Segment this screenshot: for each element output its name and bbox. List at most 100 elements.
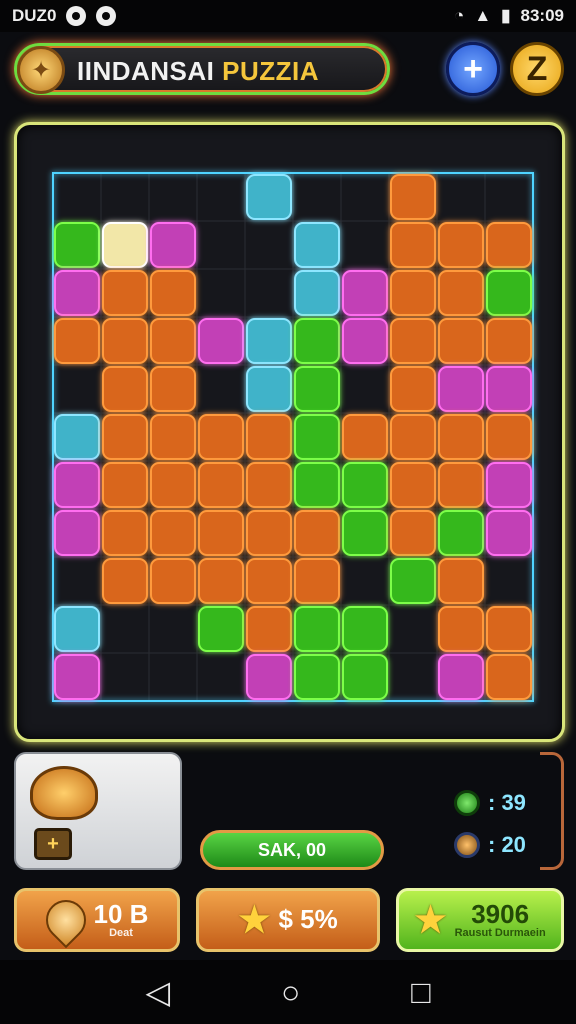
puzzle-piece[interactable] xyxy=(486,606,532,652)
puzzle-piece[interactable] xyxy=(486,366,532,412)
puzzle-piece[interactable] xyxy=(486,318,532,364)
puzzle-board[interactable] xyxy=(14,122,565,742)
puzzle-piece[interactable] xyxy=(246,414,292,460)
puzzle-piece[interactable] xyxy=(486,510,532,556)
boost-value: 10 B xyxy=(93,898,149,929)
puzzle-piece[interactable] xyxy=(150,366,196,412)
puzzle-piece[interactable] xyxy=(486,270,532,316)
back-icon[interactable]: ◁ xyxy=(145,973,170,1011)
puzzle-piece[interactable] xyxy=(438,366,484,412)
puzzle-piece[interactable] xyxy=(438,222,484,268)
puzzle-piece[interactable] xyxy=(438,558,484,604)
puzzle-piece[interactable] xyxy=(198,318,244,364)
home-icon[interactable]: ○ xyxy=(281,974,300,1011)
puzzle-piece[interactable] xyxy=(102,366,148,412)
puzzle-piece[interactable] xyxy=(390,558,436,604)
puzzle-grid[interactable] xyxy=(17,125,568,745)
puzzle-piece[interactable] xyxy=(390,318,436,364)
puzzle-piece[interactable] xyxy=(198,462,244,508)
puzzle-piece[interactable] xyxy=(294,558,340,604)
puzzle-piece[interactable] xyxy=(102,222,148,268)
orange-orb-icon xyxy=(454,832,480,858)
chest-icon[interactable]: + xyxy=(34,828,72,860)
boost-button[interactable]: 10 B Deat xyxy=(14,888,180,952)
puzzle-piece[interactable] xyxy=(54,270,100,316)
reward-button[interactable]: ★ 3906 Rausut Durmaein xyxy=(396,888,564,952)
puzzle-piece[interactable] xyxy=(198,558,244,604)
recent-apps-icon[interactable]: □ xyxy=(411,974,430,1011)
puzzle-piece[interactable] xyxy=(246,174,292,220)
puzzle-piece[interactable] xyxy=(390,462,436,508)
puzzle-piece[interactable] xyxy=(438,654,484,700)
puzzle-piece[interactable] xyxy=(390,174,436,220)
puzzle-piece[interactable] xyxy=(438,318,484,364)
puzzle-piece[interactable] xyxy=(54,606,100,652)
puzzle-piece[interactable] xyxy=(294,606,340,652)
puzzle-piece[interactable] xyxy=(438,462,484,508)
puzzle-piece[interactable] xyxy=(294,510,340,556)
puzzle-piece[interactable] xyxy=(342,606,388,652)
add-button[interactable]: + xyxy=(446,42,500,96)
puzzle-piece[interactable] xyxy=(150,270,196,316)
puzzle-piece[interactable] xyxy=(390,510,436,556)
puzzle-piece[interactable] xyxy=(438,606,484,652)
puzzle-piece[interactable] xyxy=(102,318,148,364)
puzzle-piece[interactable] xyxy=(246,654,292,700)
puzzle-piece[interactable] xyxy=(150,414,196,460)
puzzle-piece[interactable] xyxy=(150,510,196,556)
puzzle-piece[interactable] xyxy=(342,510,388,556)
puzzle-piece[interactable] xyxy=(438,270,484,316)
puzzle-piece[interactable] xyxy=(102,558,148,604)
puzzle-piece[interactable] xyxy=(54,654,100,700)
puzzle-piece[interactable] xyxy=(198,510,244,556)
puzzle-piece[interactable] xyxy=(486,462,532,508)
puzzle-piece[interactable] xyxy=(246,462,292,508)
puzzle-piece[interactable] xyxy=(102,414,148,460)
puzzle-piece[interactable] xyxy=(54,414,100,460)
puzzle-piece[interactable] xyxy=(150,318,196,364)
item-card[interactable]: + xyxy=(14,752,182,870)
puzzle-piece[interactable] xyxy=(390,270,436,316)
puzzle-piece[interactable] xyxy=(390,414,436,460)
puzzle-piece[interactable] xyxy=(342,654,388,700)
puzzle-piece[interactable] xyxy=(342,462,388,508)
puzzle-piece[interactable] xyxy=(246,510,292,556)
puzzle-piece[interactable] xyxy=(390,222,436,268)
puzzle-piece[interactable] xyxy=(54,222,100,268)
puzzle-piece[interactable] xyxy=(150,558,196,604)
puzzle-piece[interactable] xyxy=(342,270,388,316)
puzzle-piece[interactable] xyxy=(198,414,244,460)
puzzle-piece[interactable] xyxy=(54,462,100,508)
puzzle-piece[interactable] xyxy=(294,366,340,412)
puzzle-piece[interactable] xyxy=(294,414,340,460)
puzzle-piece[interactable] xyxy=(150,222,196,268)
puzzle-piece[interactable] xyxy=(486,414,532,460)
puzzle-piece[interactable] xyxy=(438,414,484,460)
puzzle-piece[interactable] xyxy=(342,318,388,364)
puzzle-piece[interactable] xyxy=(198,606,244,652)
puzzle-piece[interactable] xyxy=(342,414,388,460)
puzzle-piece[interactable] xyxy=(486,654,532,700)
puzzle-piece[interactable] xyxy=(102,510,148,556)
star-button[interactable]: ★ $ 5% xyxy=(196,888,380,952)
puzzle-piece[interactable] xyxy=(294,318,340,364)
cone-icon xyxy=(37,891,94,949)
puzzle-piece[interactable] xyxy=(54,510,100,556)
puzzle-piece[interactable] xyxy=(246,558,292,604)
puzzle-piece[interactable] xyxy=(486,222,532,268)
puzzle-piece[interactable] xyxy=(246,366,292,412)
puzzle-piece[interactable] xyxy=(102,270,148,316)
puzzle-piece[interactable] xyxy=(294,222,340,268)
puzzle-piece[interactable] xyxy=(246,318,292,364)
puzzle-piece[interactable] xyxy=(102,462,148,508)
score-button[interactable]: SAK, 00 xyxy=(200,830,384,870)
puzzle-piece[interactable] xyxy=(390,366,436,412)
puzzle-piece[interactable] xyxy=(294,654,340,700)
puzzle-piece[interactable] xyxy=(438,510,484,556)
puzzle-piece[interactable] xyxy=(294,270,340,316)
puzzle-piece[interactable] xyxy=(294,462,340,508)
help-button[interactable]: Z xyxy=(510,42,564,96)
puzzle-piece[interactable] xyxy=(150,462,196,508)
puzzle-piece[interactable] xyxy=(246,606,292,652)
puzzle-piece[interactable] xyxy=(54,318,100,364)
